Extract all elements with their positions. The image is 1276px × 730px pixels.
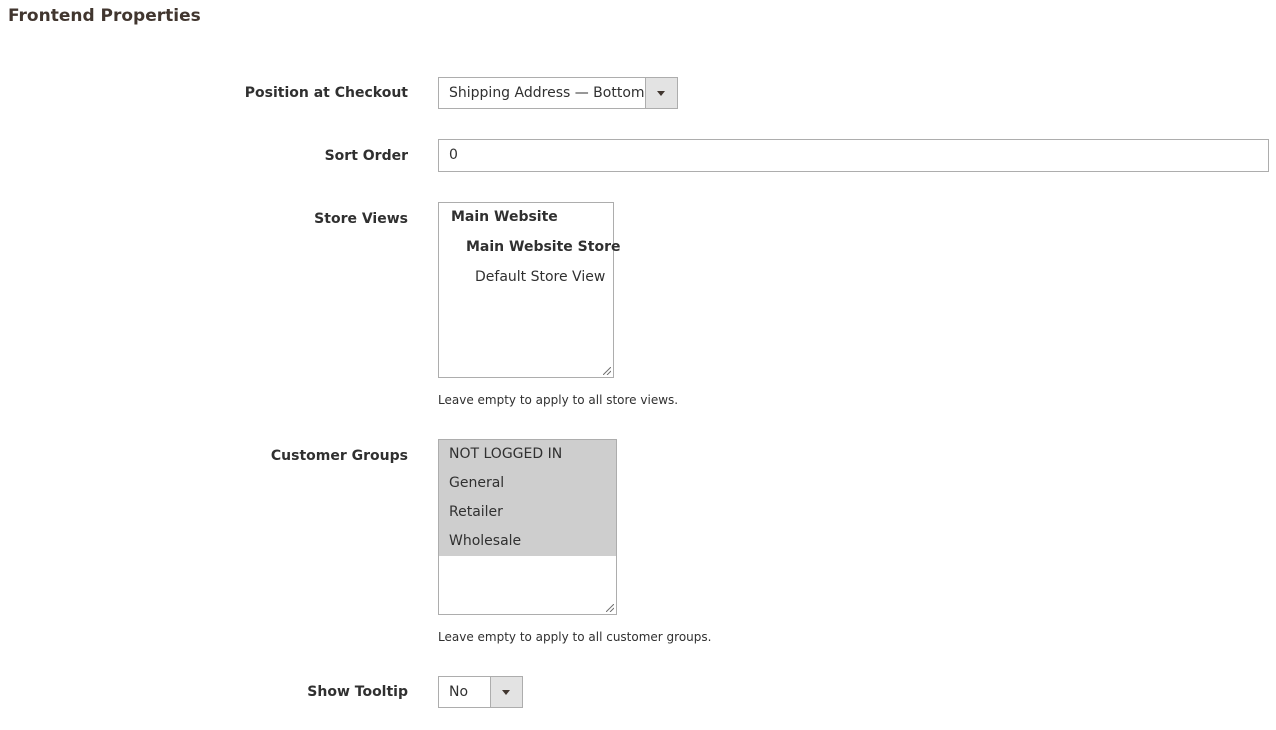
chevron-down-icon xyxy=(657,91,665,96)
store-views-note: Leave empty to apply to all store views. xyxy=(438,393,679,407)
customer-groups-option-guest[interactable]: NOT LOGGED IN (Guest) xyxy=(439,440,616,491)
store-views-option-store[interactable]: Main Website Store xyxy=(466,239,620,255)
show-tooltip-select[interactable]: No xyxy=(438,676,523,708)
resize-handle-icon[interactable] xyxy=(606,604,614,612)
customer-groups-note: Leave empty to apply to all customer gro… xyxy=(438,630,712,644)
position-at-checkout-label: Position at Checkout xyxy=(244,85,408,101)
customer-groups-multiselect[interactable]: NOT LOGGED IN (Guest) General Retailer W… xyxy=(438,439,617,615)
store-views-option-store-view[interactable]: Default Store View xyxy=(475,269,605,285)
position-at-checkout-dropdown-button[interactable] xyxy=(645,78,677,108)
show-tooltip-dropdown-button[interactable] xyxy=(490,677,522,707)
sort-order-label: Sort Order xyxy=(324,148,408,164)
store-views-option-website[interactable]: Main Website xyxy=(451,209,558,225)
chevron-down-icon xyxy=(502,690,510,695)
show-tooltip-label: Show Tooltip xyxy=(307,684,408,700)
show-tooltip-value: No xyxy=(449,684,469,700)
section-title: Frontend Properties xyxy=(8,6,201,26)
store-views-multiselect[interactable]: Main Website Main Website Store Default … xyxy=(438,202,620,378)
customer-groups-option-wholesale[interactable]: Wholesale xyxy=(439,527,616,556)
store-views-label: Store Views xyxy=(314,211,408,227)
customer-groups-label: Customer Groups xyxy=(270,448,408,464)
resize-handle-icon[interactable] xyxy=(603,367,611,375)
position-at-checkout-select[interactable]: Shipping Address — Bottom xyxy=(438,77,678,109)
position-at-checkout-value: Shipping Address — Bottom xyxy=(449,85,645,101)
customer-groups-option-retailer[interactable]: Retailer xyxy=(439,498,616,527)
customer-groups-option-general[interactable]: General xyxy=(439,469,616,498)
sort-order-input[interactable]: 0 xyxy=(438,139,1269,172)
